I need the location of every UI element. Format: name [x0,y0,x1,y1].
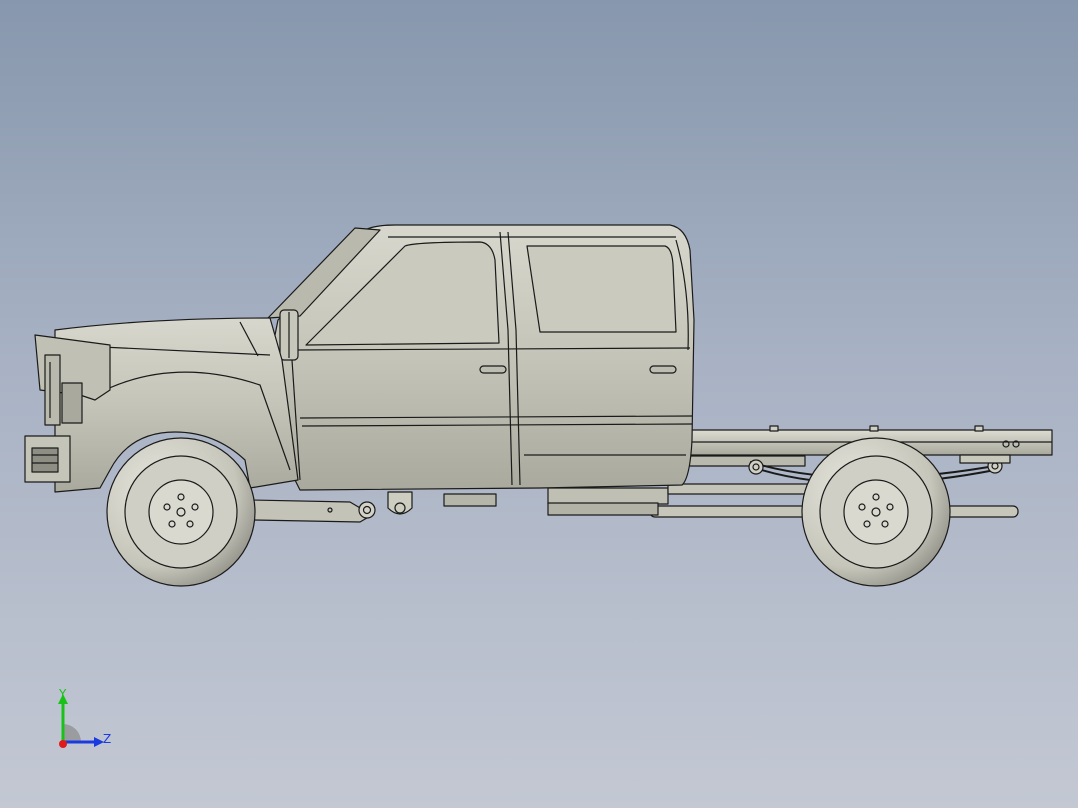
rear-door-window[interactable] [526,245,677,333]
y-axis-label: Y [58,687,67,701]
front-door-handle[interactable] [479,365,507,374]
z-axis-label: Z [103,732,111,746]
side-mirror[interactable] [279,309,299,361]
triad-rotation-arc [63,724,81,742]
rear-wheel[interactable] [801,437,951,587]
rear-door-handle[interactable] [649,365,677,374]
orientation-triad[interactable]: Y Z [48,684,118,754]
truck-chassis-cab-model[interactable] [0,0,1078,808]
front-wheel[interactable] [106,437,256,587]
front-control-arm[interactable] [249,491,497,523]
x-axis-dot [59,740,67,748]
front-bumper[interactable] [24,435,71,483]
cad-3d-viewport[interactable]: Y Z [0,0,1078,808]
